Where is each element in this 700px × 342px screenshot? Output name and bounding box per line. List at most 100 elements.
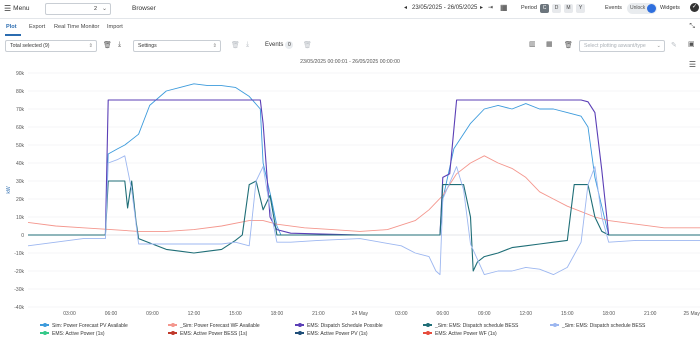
x-tick-label: 12:00: [188, 311, 201, 317]
legend-item[interactable]: EMS: Dispatch Schedule Possible: [295, 322, 383, 329]
fast-forward-icon[interactable]: ⇥: [488, 4, 493, 11]
legend-item[interactable]: EMS: Active Power PV (1s): [295, 330, 368, 337]
edit-icon[interactable]: ✎: [671, 41, 677, 49]
events-filter-label: Events: [265, 42, 284, 48]
legend-item[interactable]: EMS: Active Power WF (1s): [423, 330, 497, 337]
x-tick-label: 21:00: [644, 311, 657, 317]
toggle-knob: [647, 4, 656, 13]
check-circle-icon[interactable]: ✓: [690, 3, 699, 12]
period-option-d[interactable]: D: [552, 4, 561, 13]
legend-swatch: [295, 330, 304, 335]
collapse-icon[interactable]: ⤡: [689, 23, 695, 31]
legend-swatch: [168, 322, 177, 327]
line-chart: 90k 80k 70k 60k 50k 40k 30k 20k 10k 0 -10k -20k -30k…: [6, 71, 700, 317]
events-label: Events: [605, 5, 622, 11]
widgets-label: Widgets: [660, 5, 680, 11]
y-tick-label: 10k: [16, 215, 25, 221]
x-tick-label: 06:00: [437, 311, 450, 317]
legend-swatch: [423, 322, 432, 327]
legend-item[interactable]: EMS: Active Power BESS (1s): [168, 330, 248, 337]
tab-real-time-monitor[interactable]: Real Time Monitor: [54, 24, 99, 30]
x-tick-label: 24 May: [352, 311, 369, 317]
unlock-label: Unlock: [630, 5, 646, 11]
series-select[interactable]: Total selected (9) ⇕: [5, 40, 97, 52]
period-label: Period: [521, 5, 537, 11]
chevron-updown-icon: ⇕: [88, 43, 93, 49]
top-bar: ☰ Menu 2 ⌄ Browser ◂ 23/05/2025 - 26/05/2…: [0, 0, 700, 19]
trash-icon[interactable]: 🗑: [564, 41, 573, 49]
grid-icon[interactable]: ▦: [546, 40, 553, 48]
y-tick-label: 40k: [16, 161, 25, 167]
x-tick-label: 09:00: [478, 311, 491, 317]
legend-label: EMS: Dispatch Schedule Possible: [307, 323, 383, 329]
y-axis: 90k 80k 70k 60k 50k 40k 30k 20k 10k 0 -10k -20k -30k…: [14, 71, 24, 311]
period-option-m[interactable]: M: [564, 4, 573, 13]
next-icon[interactable]: ▸: [480, 4, 483, 11]
legend-swatch: [295, 322, 304, 327]
x-tick-label: 03:00: [395, 311, 408, 317]
series-line: [28, 83, 700, 236]
period-option-c[interactable]: C: [540, 4, 549, 13]
page-title: Browser: [132, 5, 156, 12]
y-tick-label: 20k: [16, 197, 25, 203]
x-tick-label: 25 May: [684, 311, 700, 317]
legend-swatch: [40, 322, 49, 327]
legend-item[interactable]: _Sim: EMS: Dispatch schedule BESS: [423, 322, 519, 329]
events-count-badge: 0: [285, 41, 294, 49]
calendar-icon[interactable]: ▦: [500, 3, 508, 12]
trash-icon[interactable]: 🗑: [103, 41, 112, 49]
x-tick-label: 18:00: [271, 311, 284, 317]
legend-label: EMS: Active Power BESS (1s): [180, 331, 248, 337]
plotting-select[interactable]: Select plotting aswant/type ⌄: [579, 40, 665, 52]
date-range[interactable]: 23/05/2025 - 26/05/2025: [412, 5, 477, 11]
tab-export[interactable]: Export: [29, 24, 45, 30]
unlock-toggle[interactable]: Unlock: [627, 3, 657, 14]
settings-select-value: Settings: [138, 43, 157, 49]
download-icon[interactable]: ⤓: [118, 41, 121, 49]
y-tick-label: 90k: [16, 71, 25, 77]
legend-label: EMS: Active Power PV (1s): [307, 331, 368, 337]
chevron-updown-icon: ⇕: [212, 43, 217, 49]
y-tick-label: -30k: [14, 287, 24, 293]
period-option-y[interactable]: Y: [576, 4, 585, 13]
save-icon[interactable]: ▣: [688, 40, 695, 48]
combo-value: 2: [94, 6, 98, 12]
legend-label: _Sim: EMS: Dispatch schedule BESS: [435, 323, 519, 329]
menu-button[interactable]: ☰ Menu: [4, 4, 29, 13]
bar-chart-icon[interactable]: ▥: [529, 40, 536, 48]
y-tick-label: -20k: [14, 269, 24, 275]
x-tick-label: 03:00: [63, 311, 76, 317]
legend-label: _Sim: Power Forecast WF Available: [180, 323, 260, 329]
menu-label: Menu: [13, 5, 30, 12]
series-select-value: Total selected (9): [10, 43, 50, 49]
tab-import[interactable]: Import: [107, 24, 123, 30]
x-axis: 03:00 06:00 09:00 12:00 15:00 18:00 21:00 24 Ma…: [63, 311, 700, 317]
chevron-down-icon: ⌄: [101, 6, 107, 12]
series-line: [27, 155, 700, 276]
x-tick-label: 15:00: [229, 311, 242, 317]
y-tick-label: 0: [21, 233, 24, 239]
plotting-select-placeholder: Select plotting aswant/type: [584, 43, 646, 49]
legend-item[interactable]: Sim: Power Forecast PV Available: [40, 322, 128, 329]
tab-plot[interactable]: Plot: [6, 24, 17, 30]
trash-icon[interactable]: 🗑: [303, 41, 312, 49]
events-filter[interactable]: Events 0: [265, 41, 294, 49]
x-tick-label: 18:00: [602, 311, 615, 317]
legend-swatch: [168, 330, 177, 335]
settings-select[interactable]: Settings ⇕: [133, 40, 221, 52]
legend-swatch: [550, 322, 559, 327]
download-icon[interactable]: ⤓: [246, 41, 249, 49]
legend-item[interactable]: _Sim: EMS: Dispatch schedule BESS: [550, 322, 645, 329]
browser-combo[interactable]: 2 ⌄: [45, 3, 111, 15]
legend-label: Sim: Power Forecast PV Available: [52, 323, 128, 329]
legend-item[interactable]: _Sim: Power Forecast WF Available: [168, 322, 260, 329]
legend-item[interactable]: EMS: Active Power (1s): [40, 330, 105, 337]
legend-swatch: [423, 330, 432, 335]
x-tick-label: 21:00: [312, 311, 325, 317]
x-tick-label: 15:00: [561, 311, 574, 317]
prev-icon[interactable]: ◂: [404, 4, 407, 11]
trash-icon[interactable]: 🗑: [231, 41, 240, 49]
y-tick-label: 30k: [16, 179, 25, 185]
active-tab-indicator: [5, 34, 21, 36]
y-tick-label: 80k: [16, 89, 25, 95]
